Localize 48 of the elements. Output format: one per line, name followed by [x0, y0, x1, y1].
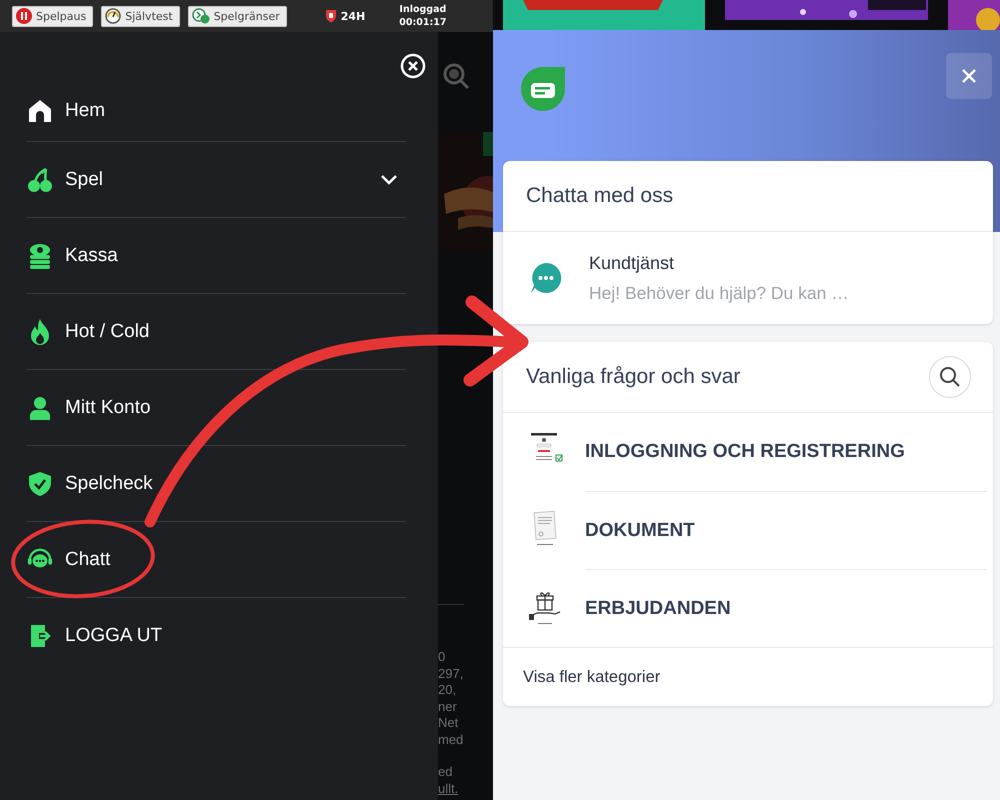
chevron-down-icon — [380, 174, 398, 186]
cherries-icon — [27, 166, 53, 192]
contact-name: Kundtjänst — [589, 252, 676, 274]
menu-item[interactable]: Chatt — [27, 522, 406, 598]
search-button[interactable] — [929, 356, 971, 398]
search-icon — [442, 62, 470, 90]
shield-icon — [324, 9, 337, 23]
toolbar-button[interactable]: Spelgränser — [188, 6, 287, 26]
menu-item[interactable]: Spel — [27, 142, 406, 218]
background-text: ed — [438, 764, 454, 780]
menu-item[interactable]: LOGGA UT — [27, 598, 406, 673]
conversation-item[interactable]: Kundtjänst Hej! Behöver du hjälp? Du kan … — [503, 232, 993, 324]
close-button[interactable] — [399, 52, 427, 80]
gauge-icon — [105, 8, 122, 24]
background-text: 0 — [438, 649, 446, 666]
menu-item[interactable]: Mitt Konto — [27, 370, 406, 446]
coins-icon — [27, 242, 53, 268]
category-item[interactable]: ERBJUDANDEN — [503, 569, 993, 647]
status-label: Inloggad — [399, 3, 446, 16]
session-timer: 00:01:17 — [399, 16, 447, 29]
home-icon — [27, 98, 53, 124]
category-item[interactable]: INLOGGNING OCH REGISTRERING — [503, 413, 993, 491]
search-icon — [939, 366, 961, 388]
more-categories-link[interactable]: Visa fler kategorier — [523, 668, 660, 686]
close-icon — [961, 68, 977, 84]
shield-check-icon — [27, 470, 53, 496]
chat-bubble-icon — [530, 262, 562, 294]
pause-icon — [16, 8, 32, 24]
chat-logo-icon — [519, 65, 567, 113]
menu-item[interactable]: Spelcheck — [27, 446, 406, 522]
limits-icon — [192, 8, 210, 24]
menu-item[interactable]: Hem — [27, 80, 406, 142]
person-icon — [27, 394, 53, 420]
background-text: med — [438, 732, 464, 748]
background-text: 20, — [438, 682, 458, 698]
card-title: Vanliga frågor och svar — [526, 365, 740, 389]
card-title: Chatta med oss — [526, 184, 674, 208]
limit-label: 24H — [340, 10, 366, 22]
background-text: ullt. — [438, 780, 460, 797]
background-text: Net — [438, 715, 460, 732]
background-text: 297, — [438, 666, 464, 682]
toolbar-button[interactable]: Spelpaus — [12, 6, 94, 26]
toolbar-button[interactable]: Självtest — [101, 6, 180, 26]
menu-item[interactable]: Hot / Cold — [27, 294, 406, 370]
category-item[interactable]: DOKUMENT — [503, 491, 993, 569]
background-text: ner — [438, 698, 458, 715]
menu-item[interactable]: Kassa — [27, 218, 406, 294]
message-preview: Hej! Behöver du hjälp? Du kan … — [589, 282, 849, 304]
